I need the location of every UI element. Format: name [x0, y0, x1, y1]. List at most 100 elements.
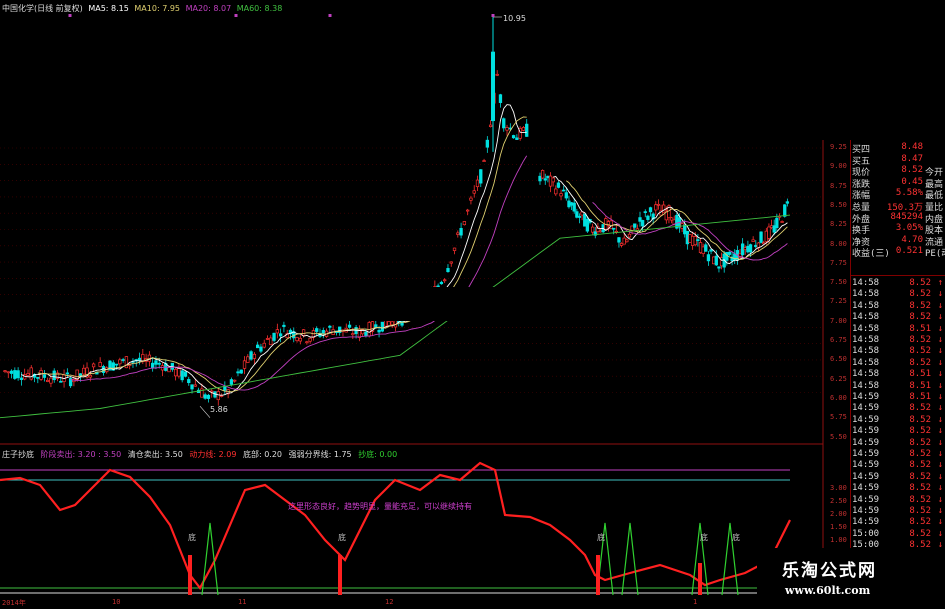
tick-row[interactable]: 14:58 8.51 ↓: [852, 324, 945, 335]
tick-time: 14:58: [852, 323, 880, 334]
tick-price: 8.52: [909, 460, 931, 471]
tick-direction: ↓: [937, 357, 943, 368]
price-axis-label: 5.75: [830, 413, 847, 422]
price-axis-label: 8.00: [830, 239, 847, 248]
tick-price: 8.52: [909, 335, 931, 345]
tick-row[interactable]: 14:59 8.52 ↓: [852, 472, 945, 483]
tick-price: 8.52: [909, 403, 931, 414]
tick-row[interactable]: 14:58 8.52 ↓: [852, 335, 945, 346]
tick-direction: ↓: [937, 437, 943, 448]
candle: [540, 169, 545, 180]
tick-price: 8.52: [909, 414, 931, 425]
candle: [249, 350, 253, 361]
tick-row[interactable]: 14:59 8.52 ↓: [852, 403, 945, 414]
indicator-title: 庄子抄底: [2, 450, 34, 459]
param-power-line: 动力线: 2.09: [189, 450, 237, 459]
tick-row[interactable]: 14:58 8.51 ↓: [852, 381, 945, 392]
price-axis-label: 5.50: [830, 432, 847, 441]
price-axis-label: 6.00: [830, 393, 847, 402]
tick-time: 14:59: [852, 506, 880, 516]
price-axis-label: 6.75: [830, 336, 847, 344]
tick-price: 8.52: [909, 278, 931, 288]
tick-row[interactable]: 14:58 8.52 ↓: [852, 301, 945, 312]
tick-row[interactable]: 14:59 8.52 ↓: [852, 506, 945, 517]
param-bottom: 底部: 0.20: [242, 450, 283, 459]
price-axis-label: 9.00: [830, 162, 847, 171]
tick-price: 8.52: [909, 506, 931, 516]
candle: [183, 371, 188, 378]
tick-price: 8.52: [909, 426, 931, 437]
tick-row[interactable]: 14:58 8.52 ↓: [852, 289, 945, 300]
tick-row[interactable]: 14:58 8.52 ↑: [852, 278, 945, 289]
tick-row[interactable]: 14:59 8.52 ↓: [852, 517, 945, 528]
watermark-title: 乐淘公式网: [782, 561, 877, 581]
tick-direction: ↓: [937, 323, 943, 334]
price-axis-label: 8.75: [830, 181, 847, 190]
price-axis-label: 7.75: [830, 258, 847, 267]
tick-direction: ↓: [937, 449, 943, 459]
quote-row: 买五 8.47: [852, 154, 945, 167]
tick-time: 14:59: [852, 471, 880, 482]
tick-time: 14:59: [852, 483, 880, 494]
tick-row[interactable]: 14:59 8.52 ↓: [852, 438, 945, 449]
tick-time: 14:59: [852, 494, 880, 505]
watermark-url: www.60lt.com: [785, 584, 871, 597]
tick-time: 14:58: [852, 380, 880, 391]
tick-row[interactable]: 14:59 8.52 ↓: [852, 426, 945, 437]
price-axis-label: 6.25: [830, 374, 847, 383]
tick-time: 14:58: [852, 369, 880, 380]
indicator-axis-label: 1.50: [830, 523, 847, 531]
quote-row: 净资 4.70 流通: [852, 235, 945, 248]
tick-row[interactable]: 15:00 8.52 ↓: [852, 529, 945, 540]
tick-price: 8.52: [909, 517, 931, 528]
quote-row: 现价 8.52 今开: [852, 165, 945, 178]
tick-price: 8.52: [909, 437, 931, 448]
candle: [239, 369, 243, 374]
price-axis-label: 7.50: [830, 278, 847, 287]
high-price-label: 10.95: [503, 14, 526, 23]
quote-value: 0.521: [895, 246, 923, 257]
bottom-signal-label: 底: [338, 533, 346, 542]
quote-row: 外盘 845294 内盘: [852, 212, 945, 225]
tick-time: 14:58: [852, 335, 880, 345]
tick-direction: ↓: [937, 460, 943, 471]
indicator-chart[interactable]: [0, 445, 825, 600]
ma10-label: MA10: 7.95: [134, 4, 181, 13]
date-axis-label: 1: [693, 598, 698, 606]
tick-direction: ↓: [937, 312, 943, 323]
tick-row[interactable]: 14:58 8.51 ↓: [852, 369, 945, 380]
tick-price: 8.51: [909, 369, 931, 380]
tick-row[interactable]: 14:59 8.52 ↓: [852, 495, 945, 506]
tick-time: 14:59: [852, 460, 880, 471]
quote-row: 换手 3.05% 股本: [852, 223, 945, 236]
tick-direction: ↓: [937, 506, 943, 516]
tick-row[interactable]: 14:58 8.52 ↓: [852, 358, 945, 369]
quote-row: 买四 8.48: [852, 142, 945, 155]
tick-row[interactable]: 14:59 8.52 ↓: [852, 483, 945, 494]
indicator-axis-label: 3.00: [830, 484, 847, 492]
date-axis-label: 11: [238, 598, 247, 606]
signal-dot: [68, 14, 72, 17]
tick-row[interactable]: 14:58 8.52 ↓: [852, 346, 945, 357]
tick-row[interactable]: 14:59 8.52 ↓: [852, 449, 945, 460]
tick-price: 8.52: [909, 483, 931, 494]
tick-row[interactable]: 14:59 8.52 ↓: [852, 415, 945, 426]
quote-value: 5.58%: [895, 188, 923, 199]
signal-dot: [491, 14, 495, 17]
bottom-signal-bar: [338, 555, 342, 595]
indicator-axis-label: 2.00: [830, 510, 847, 518]
tick-price: 8.52: [909, 494, 931, 505]
tick-direction: ↓: [937, 369, 943, 380]
tick-row[interactable]: 14:59 8.52 ↓: [852, 460, 945, 471]
tick-row[interactable]: 14:59 8.51 ↓: [852, 392, 945, 403]
tick-price: 8.51: [909, 392, 931, 402]
tick-row[interactable]: 14:58 8.52 ↓: [852, 312, 945, 323]
tick-direction: ↓: [937, 471, 943, 482]
tick-direction: ↓: [937, 300, 943, 311]
bottom-signal-bar: [596, 555, 600, 595]
candle: [124, 356, 129, 369]
date-axis-label: 12: [385, 598, 394, 606]
tick-price: 8.52: [909, 528, 931, 539]
quote-value: 0.45: [901, 176, 923, 187]
param-strength-line: 强弱分界线: 1.75: [288, 450, 352, 459]
